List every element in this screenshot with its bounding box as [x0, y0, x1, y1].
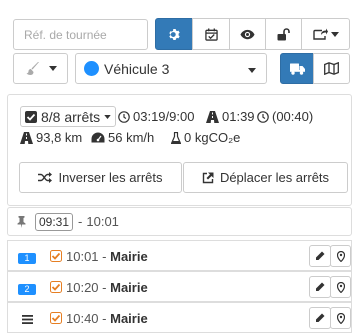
wait-duration: (00:40) — [257, 109, 313, 124]
unlock-icon — [277, 27, 290, 40]
stop-number-badge: 1 — [18, 253, 36, 264]
stop-number-badge: 2 — [18, 284, 36, 295]
route-reference-input[interactable] — [13, 19, 148, 50]
vehicle-label: Véhicule 3 — [104, 60, 170, 77]
stop-row[interactable]: 10:40 - Mairie — [7, 302, 352, 333]
edit-stop-button[interactable] — [309, 276, 331, 298]
truck-icon — [289, 63, 305, 75]
stop-label: 10:01 - Mairie — [66, 249, 148, 264]
checkbox-checked-icon[interactable] — [50, 312, 62, 324]
map-icon — [324, 62, 339, 75]
vehicle-view-button[interactable] — [280, 53, 314, 84]
vehicle-select[interactable]: Véhicule 3 — [75, 53, 267, 84]
chevron-down-icon — [330, 31, 339, 37]
map-marker-icon — [336, 250, 345, 262]
departure-time-input[interactable]: 09:31 — [35, 212, 74, 231]
chevron-down-icon — [48, 66, 57, 71]
route-time: 03:19/9:00 — [118, 109, 194, 124]
pencil-icon — [316, 251, 325, 260]
driving-duration: 01:39 — [206, 109, 255, 124]
share-icon — [312, 28, 328, 40]
reverse-stops-button[interactable]: Inverser les arrêts — [19, 162, 182, 193]
edit-stop-button[interactable] — [309, 245, 331, 267]
lock-button[interactable] — [265, 18, 302, 50]
vehicle-color-dot — [84, 61, 99, 76]
flask-icon — [171, 131, 181, 144]
settings-button[interactable] — [155, 18, 193, 50]
locate-stop-button[interactable] — [330, 307, 351, 329]
stop-row[interactable]: 2 10:20 - Mairie — [7, 271, 352, 302]
map-view-button[interactable] — [313, 53, 350, 84]
clock-icon — [257, 110, 269, 123]
clock-icon — [118, 110, 130, 123]
stops-dropdown[interactable]: 8/8 arrêts — [20, 106, 117, 127]
locate-stop-button[interactable] — [330, 276, 351, 298]
stop-label: 10:20 - Mairie — [66, 280, 148, 295]
shuffle-icon — [38, 172, 53, 183]
route-summary-panel: 8/8 arrêts 03:19/9:00 01:39 (00:40) 93,8… — [7, 94, 352, 206]
stop-row[interactable]: 1 10:01 - Mairie — [7, 240, 352, 271]
checkbox-checked-icon — [25, 110, 37, 123]
pin-icon — [17, 215, 26, 228]
departure-separator: - — [78, 214, 83, 229]
co2-emissions: 0 kgCO₂e — [171, 130, 240, 145]
departure-row: 09:31 - 10:01 — [7, 207, 352, 236]
gear-icon — [168, 28, 180, 40]
chevron-down-icon — [248, 68, 256, 73]
checkbox-checked-icon[interactable] — [50, 250, 62, 262]
map-marker-icon — [336, 312, 345, 324]
move-stops-button[interactable]: Déplacer les arrêts — [183, 162, 348, 193]
color-brush-button[interactable] — [13, 53, 68, 84]
stops-count: 8/8 arrêts — [41, 108, 101, 125]
checkbox-checked-icon[interactable] — [50, 281, 62, 293]
drag-handle-icon[interactable] — [22, 315, 33, 324]
share-dropdown-button[interactable] — [301, 18, 350, 50]
calendar-check-icon — [204, 27, 218, 41]
departure-end-time: 10:01 — [86, 214, 119, 229]
road-icon — [20, 131, 33, 144]
eye-icon — [240, 29, 255, 39]
edit-stop-button[interactable] — [309, 307, 331, 329]
road-icon — [206, 110, 219, 123]
locate-stop-button[interactable] — [330, 245, 351, 267]
average-speed: 56 km/h — [91, 130, 154, 145]
external-link-icon — [202, 172, 214, 183]
pencil-icon — [316, 282, 325, 291]
paintbrush-icon — [26, 62, 39, 75]
pencil-icon — [316, 313, 325, 322]
map-marker-icon — [336, 281, 345, 293]
stop-label: 10:40 - Mairie — [66, 311, 148, 326]
visibility-button[interactable] — [229, 18, 266, 50]
route-distance: 93,8 km — [20, 130, 82, 145]
chevron-down-icon — [104, 114, 111, 119]
speedometer-icon — [91, 132, 105, 143]
schedule-button[interactable] — [192, 18, 230, 50]
